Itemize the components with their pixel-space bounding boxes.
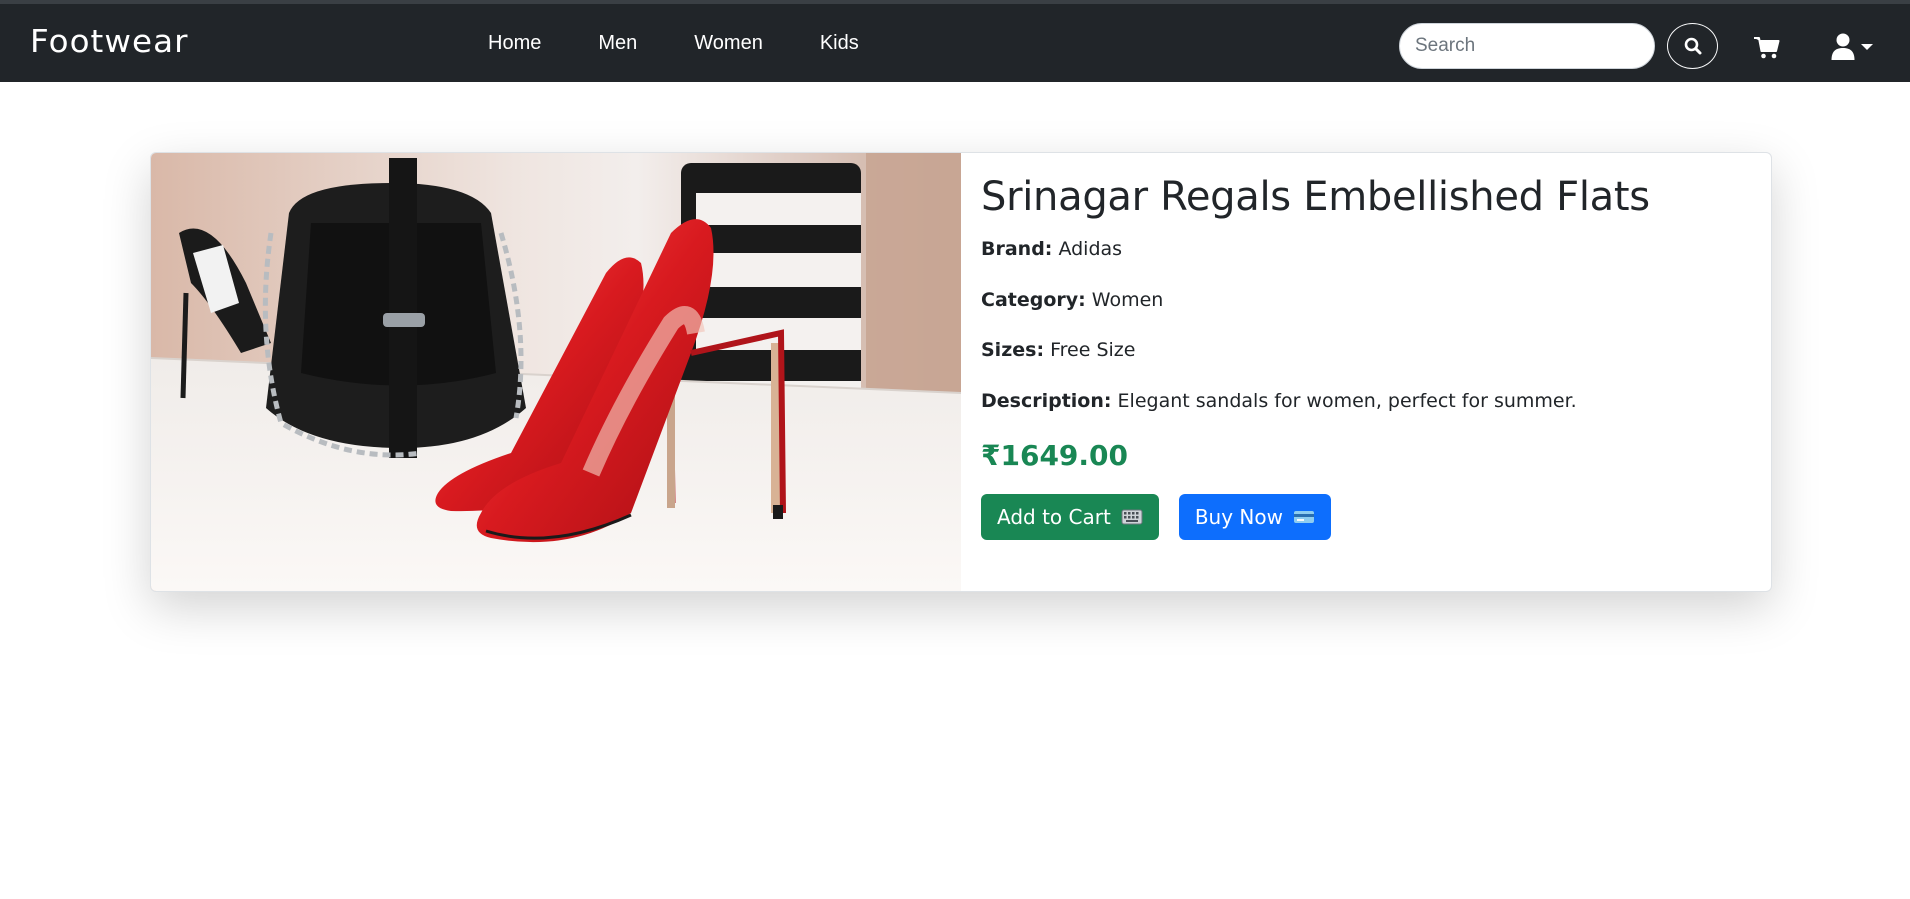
product-title: Srinagar Regals Embellished Flats <box>981 174 1650 220</box>
product-price: ₹1649.00 <box>981 439 1129 472</box>
user-menu-button[interactable] <box>1830 32 1874 62</box>
cart-button[interactable] <box>1752 32 1782 62</box>
description-value: Elegant sandals for women, perfect for s… <box>1117 389 1577 412</box>
nav-link-women[interactable]: Women <box>694 32 763 55</box>
add-to-cart-label: Add to Cart <box>997 505 1111 529</box>
buy-now-label: Buy Now <box>1194 505 1283 529</box>
cart-icon <box>1754 37 1780 59</box>
product-card: Srinagar Regals Embellished Flats Brand:… <box>150 152 1772 592</box>
buy-now-button[interactable]: Buy Now <box>1178 494 1331 540</box>
brand-label: Brand: <box>981 238 1053 260</box>
user-icon <box>1831 33 1855 60</box>
product-description: Description: Elegant sandals for women, … <box>981 387 1741 416</box>
product-category: Category: Women <box>981 286 1741 315</box>
product-image <box>151 153 961 591</box>
product-brand: Brand: Adidas <box>981 235 1741 264</box>
search-button[interactable] <box>1667 23 1718 69</box>
nav-link-home[interactable]: Home <box>488 32 541 55</box>
keyboard-icon <box>1121 509 1143 525</box>
search-input[interactable] <box>1399 23 1655 69</box>
nav-links: Home Men Women Kids <box>488 32 916 55</box>
search-icon <box>1684 37 1701 55</box>
nav-link-men[interactable]: Men <box>598 32 637 55</box>
description-label: Description: <box>981 389 1112 412</box>
category-value: Women <box>1091 288 1164 311</box>
product-sizes: Sizes: Free Size <box>981 336 1741 365</box>
nav-link-kids[interactable]: Kids <box>820 32 859 55</box>
sizes-label: Sizes: <box>981 339 1045 361</box>
navbar: Footwear Home Men Women Kids <box>0 4 1910 82</box>
product-info: Srinagar Regals Embellished Flats Brand:… <box>981 173 1741 540</box>
category-label: Category: <box>981 288 1086 311</box>
caret-down-icon <box>1861 44 1873 50</box>
product-actions: Add to Cart Buy Now <box>981 494 1741 540</box>
add-to-cart-button[interactable]: Add to Cart <box>981 494 1159 540</box>
brand-logo[interactable]: Footwear <box>30 24 189 60</box>
sizes-value: Free Size <box>1050 339 1136 361</box>
credit-card-icon <box>1293 511 1314 523</box>
brand-value: Adidas <box>1058 238 1123 260</box>
